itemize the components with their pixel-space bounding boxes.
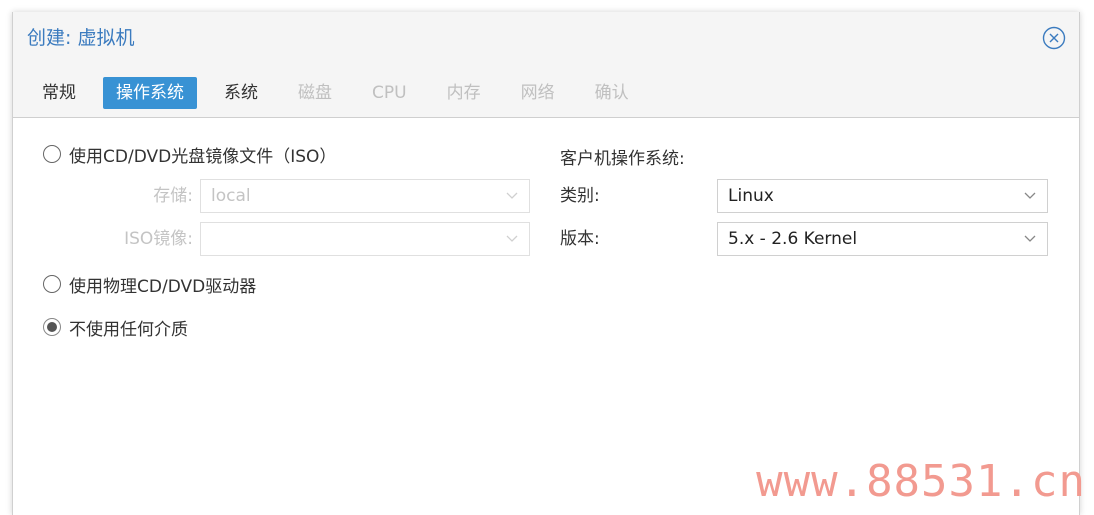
radio-circle [43, 275, 61, 293]
chevron-down-icon [1024, 192, 1036, 199]
chevron-down-icon [506, 192, 518, 199]
radio-no-media[interactable]: 不使用任何介质 [43, 315, 188, 340]
os-type-select-value: Linux [728, 186, 774, 206]
tab-confirm: 确认 [594, 83, 629, 103]
storage-label: 存储: [153, 186, 193, 206]
os-version-select[interactable]: 5.x - 2.6 Kernel [717, 222, 1048, 256]
chevron-down-icon [1024, 235, 1036, 242]
tab-os[interactable]: 操作系统 [103, 77, 197, 109]
tab-bar: 常规 操作系统 系统 磁盘 CPU 内存 网络 确认 [29, 76, 656, 110]
tab-system[interactable]: 系统 [211, 77, 271, 109]
close-circle-icon [1042, 26, 1066, 50]
os-version-select-value: 5.x - 2.6 Kernel [728, 229, 858, 249]
radio-use-iso[interactable]: 使用CD/DVD光盘镜像文件（ISO） [43, 142, 337, 167]
tab-general[interactable]: 常规 [29, 77, 89, 109]
close-button[interactable] [1041, 25, 1067, 51]
guest-os-heading: 客户机操作系统: [560, 149, 685, 169]
iso-image-select [200, 222, 530, 256]
tab-disks: 磁盘 [298, 83, 332, 103]
os-version-label: 版本: [560, 229, 600, 249]
chevron-down-icon [506, 235, 518, 242]
dialog-title: 创建: 虚拟机 [27, 27, 135, 49]
iso-image-label: ISO镜像: [124, 229, 193, 249]
tab-memory: 内存 [446, 83, 481, 103]
radio-no-media-label: 不使用任何介质 [69, 319, 188, 340]
title-bar: 创建: 虚拟机 [13, 12, 1079, 64]
storage-select: local [200, 179, 530, 213]
os-type-select[interactable]: Linux [717, 179, 1048, 213]
radio-circle [43, 145, 61, 163]
radio-circle-checked [43, 318, 61, 336]
tab-network: 网络 [520, 83, 555, 103]
storage-select-value: local [211, 186, 251, 206]
create-vm-dialog: 创建: 虚拟机 常规 操作系统 系统 磁盘 CPU 内存 网络 确认 使用CD/… [12, 12, 1080, 515]
os-type-label: 类别: [560, 186, 600, 206]
radio-use-physical-drive-label: 使用物理CD/DVD驱动器 [69, 276, 257, 297]
watermark: www.88531.cn [756, 456, 1086, 507]
tab-cpu: CPU [372, 83, 407, 103]
radio-use-physical-drive[interactable]: 使用物理CD/DVD驱动器 [43, 272, 257, 297]
radio-use-iso-label: 使用CD/DVD光盘镜像文件（ISO） [69, 146, 337, 167]
